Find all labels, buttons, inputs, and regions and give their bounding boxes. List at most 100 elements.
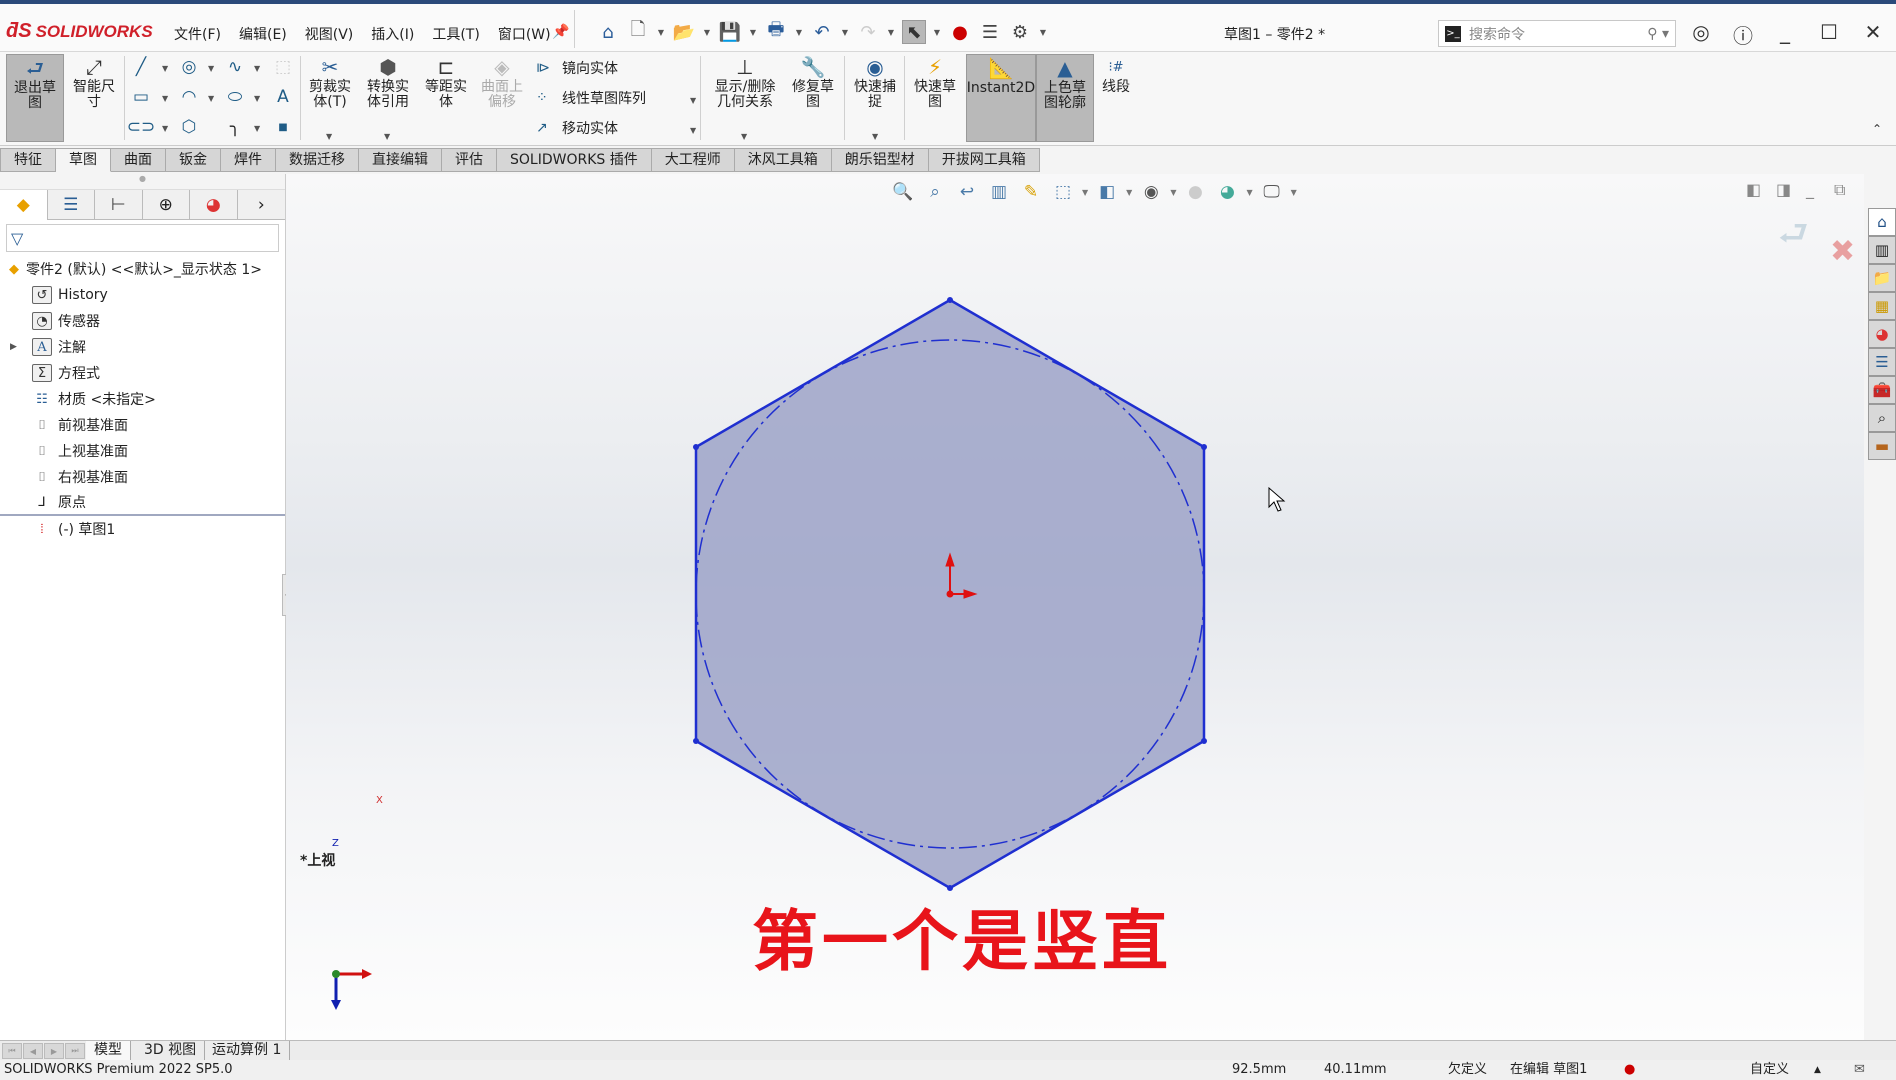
units-selector[interactable]: 自定义 [1750,1060,1789,1080]
circle-dropdown[interactable]: ▼ [208,64,214,73]
display-manager-tab[interactable]: ◕ [190,190,238,220]
open-icon[interactable]: 📂 [672,20,696,44]
instant2d-button[interactable]: 📐 Instant2D [966,54,1036,142]
tab-evaluate[interactable]: 评估 [442,148,497,172]
search-icon[interactable]: ⚲ ▾ [1647,26,1669,42]
rapid-sketch-button[interactable]: ⚡ 快速草图 [908,54,962,110]
polygon-icon[interactable]: ⬡ [178,116,200,138]
options-dropdown[interactable]: ▼ [1038,28,1048,37]
solidworks-resources-tab[interactable]: ⌂ [1868,208,1896,236]
tooltip-toggle-icon[interactable]: ✉ [1854,1060,1865,1080]
search-results-tab[interactable]: ⌕ [1868,404,1896,432]
solidworks-forum-tab[interactable]: 🧰 [1868,376,1896,404]
offset-on-surface-button[interactable]: ◈ 曲面上偏移 [476,54,528,110]
vertex-point[interactable] [1201,738,1207,744]
custom-properties-tab[interactable]: ☰ [1868,348,1896,376]
file-properties-icon[interactable]: ☰ [978,20,1002,44]
smart-dimension-button[interactable]: ⤢ 智能尺寸 [68,54,120,142]
more-tabs-arrow[interactable]: › [238,190,285,220]
home-icon[interactable]: ⌂ [596,20,620,44]
save-dropdown[interactable]: ▼ [748,28,758,37]
vertex-point[interactable] [947,297,953,303]
tree-item-origin[interactable]: ⅃ 原点 [0,490,285,516]
repair-sketch-button[interactable]: 🔧 修复草图 [786,54,840,110]
dimxpert-manager-tab[interactable]: ⊕ [143,190,190,220]
menu-insert[interactable]: 插入(I) [362,24,423,44]
property-manager-tab[interactable]: ☰ [48,190,95,220]
tab-kaiba-toolbox[interactable]: 开拔网工具箱 [928,148,1040,172]
rectangle-icon[interactable]: ▭ [130,86,152,108]
tree-item-material[interactable]: ☷ 材质 <未指定> [0,386,285,412]
tree-item-right-plane[interactable]: ⌷ 右视基准面 [0,464,285,490]
new-document-icon[interactable]: 🗋 [626,19,650,44]
offset-entities-button[interactable]: ⊏ 等距实体 [420,54,472,110]
trim-entities-button[interactable]: ✂ 剪裁实体(T) [304,54,356,110]
spline-dropdown[interactable]: ▼ [254,64,260,73]
options-gear-icon[interactable]: ⚙ [1008,20,1032,44]
library-folder-tab[interactable]: ▬ [1868,432,1896,460]
tab-data-migration[interactable]: 数据迁移 [276,148,359,172]
tab-sheet-metal[interactable]: 钣金 [166,148,221,172]
appearances-tab[interactable]: ◕ [1868,320,1896,348]
relations-dropdown[interactable]: ▼ [741,132,747,141]
collapse-ribbon-icon[interactable]: ⌃ [1872,122,1882,136]
menu-window[interactable]: 窗口(W) [489,24,560,44]
convert-dropdown[interactable]: ▼ [384,132,390,141]
print-icon[interactable]: 🖶 [764,19,788,44]
slot-dropdown[interactable]: ▼ [162,124,168,133]
rebuild-status-icon[interactable]: ● [1624,1060,1635,1080]
tab-3d-views[interactable]: 3D 视图 [136,1041,206,1061]
view-palette-tab[interactable]: ▦ [1868,292,1896,320]
help-icon[interactable]: ⓘ [1728,20,1758,49]
circle-icon[interactable]: ◎ [178,56,200,78]
vertex-point[interactable] [1201,444,1207,450]
rebuild-traffic-light-icon[interactable]: ● [948,20,972,44]
prev-tab-arrow[interactable]: ◀ [23,1043,43,1059]
shaded-contours-button[interactable]: ▲ 上色草图轮廓 [1036,54,1094,142]
close-button[interactable]: ✕ [1858,20,1888,44]
tab-features[interactable]: 特征 [0,148,56,172]
menu-tools[interactable]: 工具(T) [423,24,488,44]
tab-surfaces[interactable]: 曲面 [111,148,166,172]
design-library-tab[interactable]: ▥ [1868,236,1896,264]
fillet-dropdown[interactable]: ▼ [254,124,260,133]
arc-icon[interactable]: ◠ [178,86,200,108]
minimize-button[interactable]: _ [1770,20,1800,44]
tree-item-equations[interactable]: Σ 方程式 [0,360,285,386]
display-relations-button[interactable]: ⊥ 显示/删除几何关系 [706,54,784,110]
tree-filter-input[interactable]: ▽ [6,224,279,252]
tab-motion-study[interactable]: 运动算例 1 [204,1041,291,1061]
redo-icon[interactable]: ↷ [856,20,880,44]
segment-button[interactable]: ⁝# 线段 [1096,54,1136,95]
tab-model[interactable]: 模型 [86,1041,131,1061]
tree-root-part[interactable]: ◆ 零件2 (默认) <<默认>_显示状态 1> [0,256,285,282]
open-dropdown[interactable]: ▼ [702,28,712,37]
expand-arrow-icon[interactable]: ▶ [10,342,17,352]
vertex-point[interactable] [693,738,699,744]
menu-edit[interactable]: 编辑(E) [230,24,296,44]
trim-dropdown[interactable]: ▼ [326,132,332,141]
pin-icon[interactable]: 📌 [552,24,569,40]
maximize-button[interactable]: ☐ [1814,20,1844,44]
new-dropdown[interactable]: ▼ [656,28,666,37]
tab-sketch[interactable]: 草图 [56,148,111,172]
move-dropdown[interactable]: ▼ [690,126,696,135]
tab-langle-profiles[interactable]: 朗乐铝型材 [831,148,929,172]
menu-view[interactable]: 视图(V) [296,24,363,44]
ellipse-dropdown[interactable]: ▼ [254,94,260,103]
plane-sketch-icon[interactable]: ⬚ [272,56,294,78]
select-dropdown[interactable]: ▼ [932,28,942,37]
fillet-icon[interactable]: ╮ [224,116,246,138]
first-tab-arrow[interactable]: ⏮ [2,1043,22,1059]
menu-file[interactable]: 文件(F) [165,24,230,44]
quick-snaps-button[interactable]: ◉ 快速捕捉 [848,54,902,110]
last-tab-arrow[interactable]: ⏭ [65,1043,85,1059]
undo-dropdown[interactable]: ▼ [840,28,850,37]
point-icon[interactable]: ■ [272,116,294,138]
user-account-icon[interactable]: ◎ [1686,20,1716,44]
print-dropdown[interactable]: ▼ [794,28,804,37]
feature-manager-tab[interactable]: ◆ [0,190,48,220]
line-dropdown[interactable]: ▼ [162,64,168,73]
tab-big-engineer[interactable]: 大工程师 [651,148,735,172]
undo-icon[interactable]: ↶ [810,20,834,44]
